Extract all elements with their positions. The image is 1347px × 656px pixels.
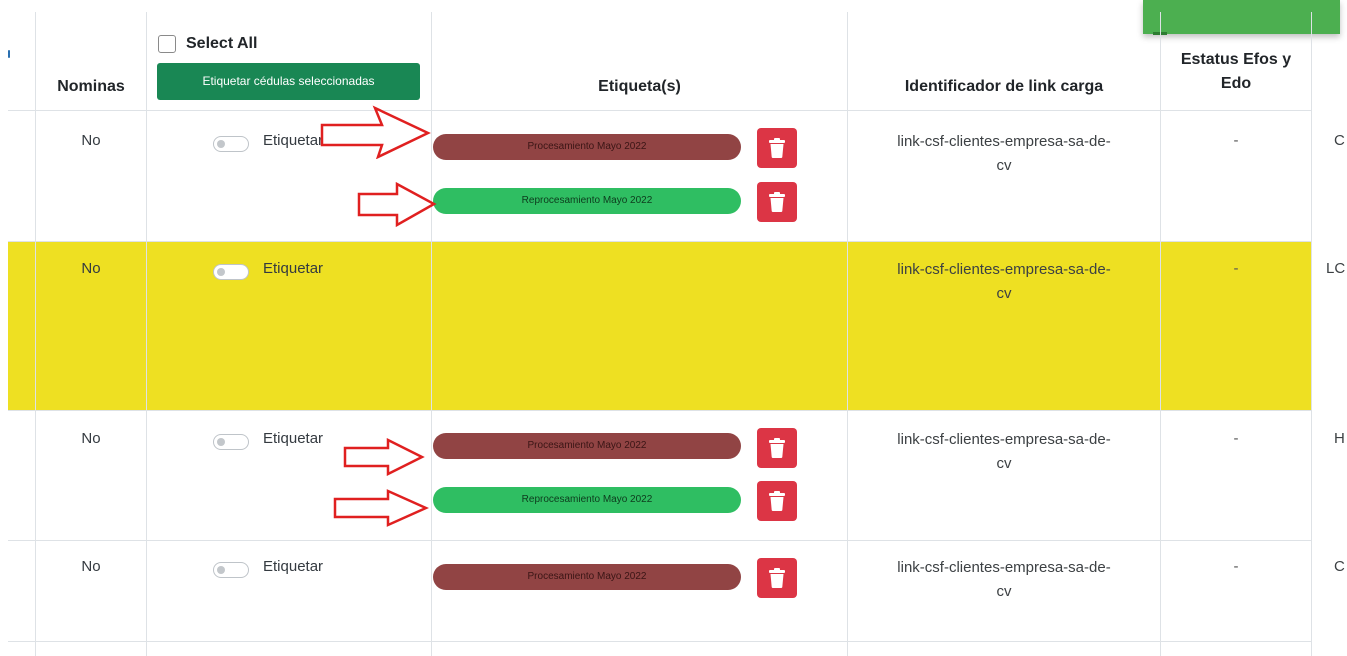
toggle-knob [217, 268, 225, 276]
select-all-control[interactable]: Select All [158, 35, 257, 53]
row3-link-id: link-csf-clientes-empresa-sa-de- cv [848, 428, 1160, 476]
row1-link-id: link-csf-clientes-empresa-sa-de- cv [848, 130, 1160, 178]
row2-estatus: - [1233, 260, 1239, 277]
trash-icon [769, 491, 785, 511]
row-divider [8, 410, 1311, 411]
column-divider [146, 12, 147, 656]
data-table: Nominas Select All Etiquetar cédulas sel… [0, 0, 1347, 656]
row3-tag-reprocesamiento[interactable]: Reprocesamiento Mayo 2022 [433, 487, 741, 513]
row4-tag-procesamiento[interactable]: Procesamiento Mayo 2022 [433, 564, 741, 590]
row2-link-line2: cv [996, 285, 1012, 302]
row1-tag-toggle[interactable] [213, 136, 249, 152]
row1-next-col: C [1334, 132, 1345, 149]
select-all-checkbox[interactable] [158, 35, 176, 53]
trash-icon [769, 438, 785, 458]
row4-estatus: - [1233, 558, 1239, 575]
trash-icon [769, 138, 785, 158]
row2-link-line1: link-csf-clientes-empresa-sa-de- [897, 261, 1111, 278]
toggle-knob [217, 140, 225, 148]
row-divider [8, 540, 1311, 541]
header-estatus[interactable]: Estatus Efos y Edo [1161, 48, 1311, 96]
row-divider [8, 110, 1311, 111]
row1-tag-reprocesamiento[interactable]: Reprocesamiento Mayo 2022 [433, 188, 741, 214]
row2-link-id: link-csf-clientes-empresa-sa-de- cv [848, 258, 1160, 306]
toggle-knob [217, 438, 225, 446]
row4-link-line1: link-csf-clientes-empresa-sa-de- [897, 559, 1111, 576]
row4-tag-toggle[interactable] [213, 562, 249, 578]
header-estatus-line2: Edo [1220, 75, 1252, 92]
arrow-right-outline-icon [343, 438, 425, 476]
row1-link-line2: cv [996, 157, 1012, 174]
row1-toggle-label: Etiquetar [263, 132, 324, 149]
row3-nominas: No [81, 430, 101, 447]
row1-delete-tag2-button[interactable] [757, 182, 797, 222]
row2-nominas: No [81, 260, 101, 277]
row1-estatus: - [1233, 132, 1239, 149]
row4-delete-tag1-button[interactable] [757, 558, 797, 598]
row1-nominas: No [81, 132, 101, 149]
row4-link-line2: cv [996, 583, 1012, 600]
row2-next-col: LC [1326, 260, 1346, 277]
row3-delete-tag2-button[interactable] [757, 481, 797, 521]
sort-indicator-icon [8, 50, 10, 58]
row-divider [8, 641, 1311, 642]
column-divider [1311, 12, 1312, 656]
header-estatus-line1: Estatus Efos y [1180, 51, 1292, 68]
row3-tag-procesamiento[interactable]: Procesamiento Mayo 2022 [433, 433, 741, 459]
header-nominas[interactable]: Nominas [36, 78, 146, 96]
row2-toggle-label: Etiquetar [263, 260, 324, 277]
row3-estatus: - [1233, 430, 1239, 447]
row3-delete-tag1-button[interactable] [757, 428, 797, 468]
row3-link-line2: cv [996, 455, 1012, 472]
row4-link-id: link-csf-clientes-empresa-sa-de- cv [848, 556, 1160, 604]
trash-icon [769, 568, 785, 588]
row4-toggle-label: Etiquetar [263, 558, 324, 575]
arrow-right-outline-icon [333, 489, 429, 527]
row3-link-line1: link-csf-clientes-empresa-sa-de- [897, 431, 1111, 448]
row3-toggle-label: Etiquetar [263, 430, 324, 447]
row-divider [8, 241, 1311, 242]
row1-link-line1: link-csf-clientes-empresa-sa-de- [897, 133, 1111, 150]
header-identificador[interactable]: Identificador de link carga [848, 78, 1160, 96]
row1-delete-tag1-button[interactable] [757, 128, 797, 168]
row2-tag-toggle[interactable] [213, 264, 249, 280]
toggle-knob [217, 566, 225, 574]
row3-next-col: H [1334, 430, 1345, 447]
row4-nominas: No [81, 558, 101, 575]
trash-icon [769, 192, 785, 212]
header-etiquetas[interactable]: Etiqueta(s) [432, 78, 847, 96]
tag-selected-button[interactable]: Etiquetar cédulas seleccionadas [157, 63, 420, 100]
row1-tag-procesamiento[interactable]: Procesamiento Mayo 2022 [433, 134, 741, 160]
select-all-label: Select All [186, 35, 258, 52]
row4-next-col: C [1334, 558, 1345, 575]
arrow-right-outline-icon [320, 105, 431, 159]
arrow-right-outline-icon [357, 182, 437, 228]
row3-tag-toggle[interactable] [213, 434, 249, 450]
